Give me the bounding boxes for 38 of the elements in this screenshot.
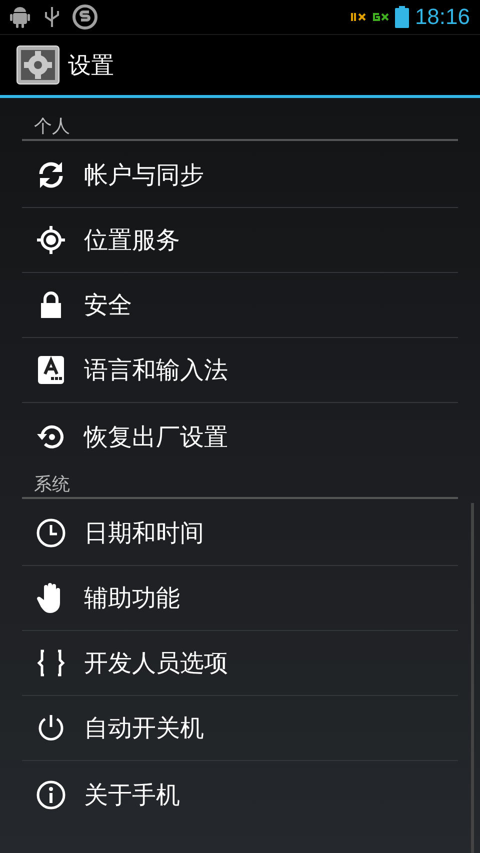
signal-1x-icon (350, 12, 367, 22)
settings-item[interactable]: 安全 (22, 273, 458, 338)
braces-icon (36, 649, 66, 677)
power-icon (36, 713, 66, 743)
settings-item[interactable]: 语言和输入法 (22, 338, 458, 403)
item-label: 辅助功能 (83, 583, 180, 614)
item-label: 恢复出厂设置 (82, 422, 228, 452)
settings-item[interactable]: 帐户与同步 (22, 143, 458, 208)
battery-icon (394, 6, 409, 28)
settings-icon[interactable] (16, 45, 60, 85)
android-icon (8, 5, 32, 29)
clock-time: 18:16 (414, 4, 470, 30)
item-label: 语言和输入法 (83, 355, 228, 386)
settings-item[interactable]: 日期和时间 (22, 501, 458, 566)
item-label: 日期和时间 (83, 518, 204, 549)
item-label: 安全 (83, 290, 132, 321)
item-label: 开发人员选项 (83, 648, 228, 679)
lock-icon (39, 291, 63, 319)
usb-icon (42, 5, 62, 29)
item-label: 位置服务 (83, 225, 180, 256)
location-icon (36, 225, 66, 255)
section-header: 个人 (22, 112, 458, 141)
settings-item[interactable]: 位置服务 (22, 208, 458, 273)
clock-icon (36, 518, 66, 548)
settings-item[interactable]: 开发人员选项 (22, 631, 458, 696)
item-label: 自动开关机 (83, 713, 204, 744)
signal-g-icon (372, 12, 389, 22)
screen-title: 设置 (68, 52, 114, 80)
s-logo-icon (72, 4, 98, 30)
item-label: 关于手机 (83, 780, 180, 810)
section-header: 系统 (22, 470, 458, 499)
item-label: 帐户与同步 (83, 160, 204, 191)
info-icon (36, 780, 66, 810)
keyboard-letter-icon (38, 356, 64, 384)
settings-item[interactable]: 自动开关机 (22, 696, 458, 761)
settings-item[interactable]: 恢复出厂设置 (22, 403, 458, 470)
settings-item[interactable]: 关于手机 (22, 761, 458, 828)
settings-item[interactable]: 辅助功能 (22, 566, 458, 631)
